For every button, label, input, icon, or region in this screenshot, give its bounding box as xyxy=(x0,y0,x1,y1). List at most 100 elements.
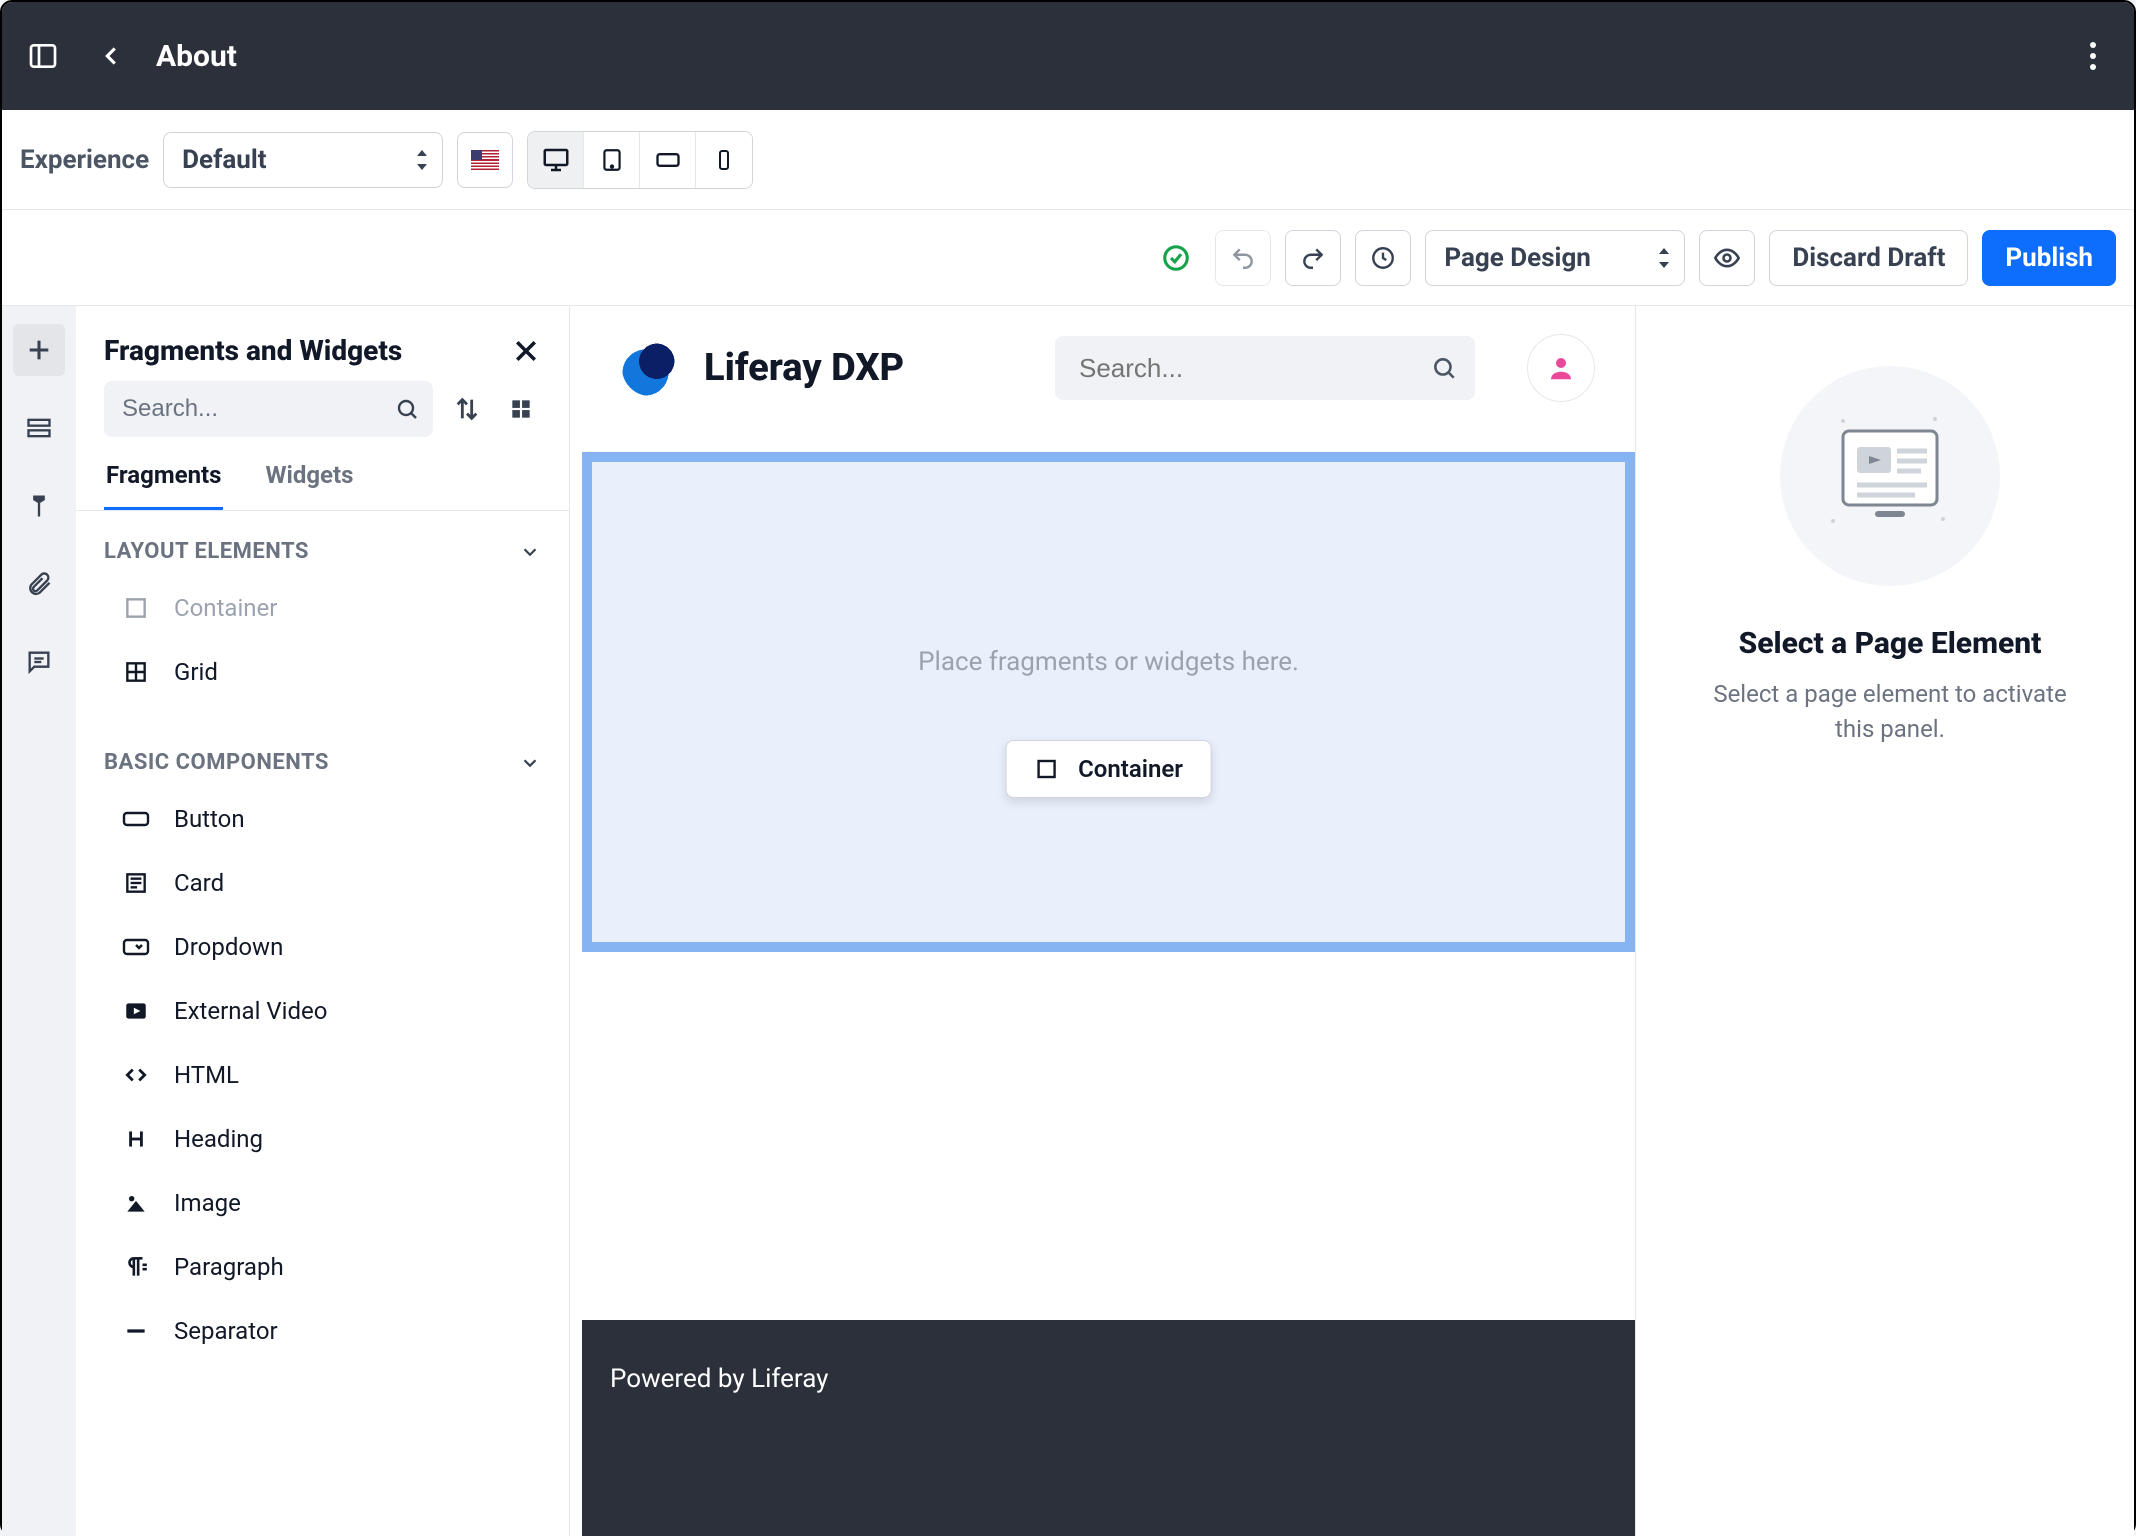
separator-icon xyxy=(120,1315,152,1347)
comments-tool-button[interactable] xyxy=(13,636,65,688)
fragment-label: External Video xyxy=(174,997,327,1025)
desktop-viewport-button[interactable] xyxy=(528,132,584,188)
mode-select[interactable]: Page Design xyxy=(1425,230,1685,286)
redo-button[interactable] xyxy=(1285,230,1341,286)
heading-icon xyxy=(120,1123,152,1155)
fragment-label: Card xyxy=(174,869,224,897)
close-icon[interactable] xyxy=(511,336,541,366)
fragment-label: Dropdown xyxy=(174,933,283,961)
dropdown-icon xyxy=(120,931,152,963)
dropzone[interactable]: Place fragments or widgets here. Contain… xyxy=(582,452,1635,952)
locale-button[interactable] xyxy=(457,132,513,188)
fragment-label: Image xyxy=(174,1189,241,1217)
fragment-external-video[interactable]: External Video xyxy=(76,979,569,1043)
fragment-label: Button xyxy=(174,805,245,833)
fragment-heading[interactable]: Heading xyxy=(76,1107,569,1171)
preview-button[interactable] xyxy=(1699,230,1755,286)
tablet-viewport-button[interactable] xyxy=(584,132,640,188)
empty-state-illustration xyxy=(1780,366,2000,586)
chevron-down-icon xyxy=(519,541,541,563)
site-search-input[interactable] xyxy=(1055,336,1475,400)
right-panel-subtitle: Select a page element to activate this p… xyxy=(1692,677,2088,747)
mode-value: Page Design xyxy=(1444,243,1591,273)
browser-tool-button[interactable] xyxy=(13,402,65,454)
status-check-icon xyxy=(1161,243,1191,273)
page-title: About xyxy=(156,39,237,74)
group-title: LAYOUT ELEMENTS xyxy=(104,539,309,564)
fragment-label: Separator xyxy=(174,1317,278,1345)
group-layout-elements[interactable]: LAYOUT ELEMENTS xyxy=(76,511,569,576)
sort-button[interactable] xyxy=(447,389,487,429)
panel-search-input[interactable] xyxy=(104,381,433,437)
fragment-html[interactable]: HTML xyxy=(76,1043,569,1107)
chevron-updown-icon xyxy=(414,150,430,170)
drag-chip-label: Container xyxy=(1078,755,1183,783)
experience-label: Experience xyxy=(20,145,149,175)
more-icon[interactable] xyxy=(2070,33,2116,79)
search-icon xyxy=(395,397,419,421)
fragment-paragraph[interactable]: Paragraph xyxy=(76,1235,569,1299)
grid-view-button[interactable] xyxy=(501,389,541,429)
fragment-label: Paragraph xyxy=(174,1253,284,1281)
footer-text: Powered by Liferay xyxy=(610,1364,828,1394)
drag-preview-chip: Container xyxy=(1005,740,1212,798)
chevron-down-icon xyxy=(519,752,541,774)
panel-title: Fragments and Widgets xyxy=(104,334,402,367)
attachment-tool-button[interactable] xyxy=(13,558,65,610)
grid-icon xyxy=(120,656,152,688)
viewport-buttons xyxy=(527,131,753,189)
landscape-viewport-button[interactable] xyxy=(640,132,696,188)
fragment-separator[interactable]: Separator xyxy=(76,1299,569,1363)
publish-button[interactable]: Publish xyxy=(1982,230,2116,286)
right-panel-title: Select a Page Element xyxy=(1739,626,2042,661)
experience-value: Default xyxy=(182,145,266,175)
image-icon xyxy=(120,1187,152,1219)
discard-draft-button[interactable]: Discard Draft xyxy=(1769,230,1968,286)
right-panel: Select a Page Element Select a page elem… xyxy=(1646,306,2134,1536)
fragments-panel: Fragments and Widgets Fragments Widgets xyxy=(76,306,570,1536)
design-tool-button[interactable] xyxy=(13,480,65,532)
fragment-card[interactable]: Card xyxy=(76,851,569,915)
container-icon xyxy=(1034,757,1058,781)
undo-button[interactable] xyxy=(1215,230,1271,286)
video-icon xyxy=(120,995,152,1027)
flag-us-icon xyxy=(471,150,499,170)
experience-select[interactable]: Default xyxy=(163,132,443,188)
action-bar: Page Design Discard Draft Publish xyxy=(2,210,2134,306)
site-logo-icon xyxy=(622,340,678,396)
history-button[interactable] xyxy=(1355,230,1411,286)
fragment-dropdown[interactable]: Dropdown xyxy=(76,915,569,979)
back-icon[interactable] xyxy=(88,33,134,79)
tab-widgets[interactable]: Widgets xyxy=(263,449,355,510)
paragraph-icon xyxy=(120,1251,152,1283)
experience-bar: Experience Default xyxy=(2,110,2134,210)
code-icon xyxy=(120,1059,152,1091)
group-basic-components[interactable]: BASIC COMPONENTS xyxy=(76,722,569,787)
topbar: About xyxy=(2,2,2134,110)
fragment-label: HTML xyxy=(174,1061,239,1089)
card-icon xyxy=(120,867,152,899)
search-icon xyxy=(1431,355,1457,381)
site-title: Liferay DXP xyxy=(704,346,904,390)
user-avatar[interactable] xyxy=(1527,334,1595,402)
fragment-button[interactable]: Button xyxy=(76,787,569,851)
add-tool-button[interactable] xyxy=(13,324,65,376)
fragment-grid[interactable]: Grid xyxy=(76,640,569,704)
group-title: BASIC COMPONENTS xyxy=(104,750,329,775)
canvas-column: Liferay DXP Place fragments or widgets h… xyxy=(570,306,1646,1536)
fragment-container[interactable]: Container xyxy=(76,576,569,640)
dropzone-text: Place fragments or widgets here. xyxy=(918,647,1299,677)
panel-tabs: Fragments Widgets xyxy=(76,449,569,511)
tab-fragments[interactable]: Fragments xyxy=(104,449,223,510)
mobile-viewport-button[interactable] xyxy=(696,132,752,188)
chevron-updown-icon xyxy=(1656,248,1672,268)
sidebar-toggle-icon[interactable] xyxy=(20,33,66,79)
tool-rail xyxy=(2,306,76,1536)
site-footer: Powered by Liferay xyxy=(582,1320,1635,1536)
site-header: Liferay DXP xyxy=(582,306,1635,452)
fragment-label: Container xyxy=(174,594,277,622)
fragment-label: Grid xyxy=(174,658,218,686)
site-search xyxy=(1055,336,1475,400)
fragment-image[interactable]: Image xyxy=(76,1171,569,1235)
fragment-label: Heading xyxy=(174,1125,263,1153)
